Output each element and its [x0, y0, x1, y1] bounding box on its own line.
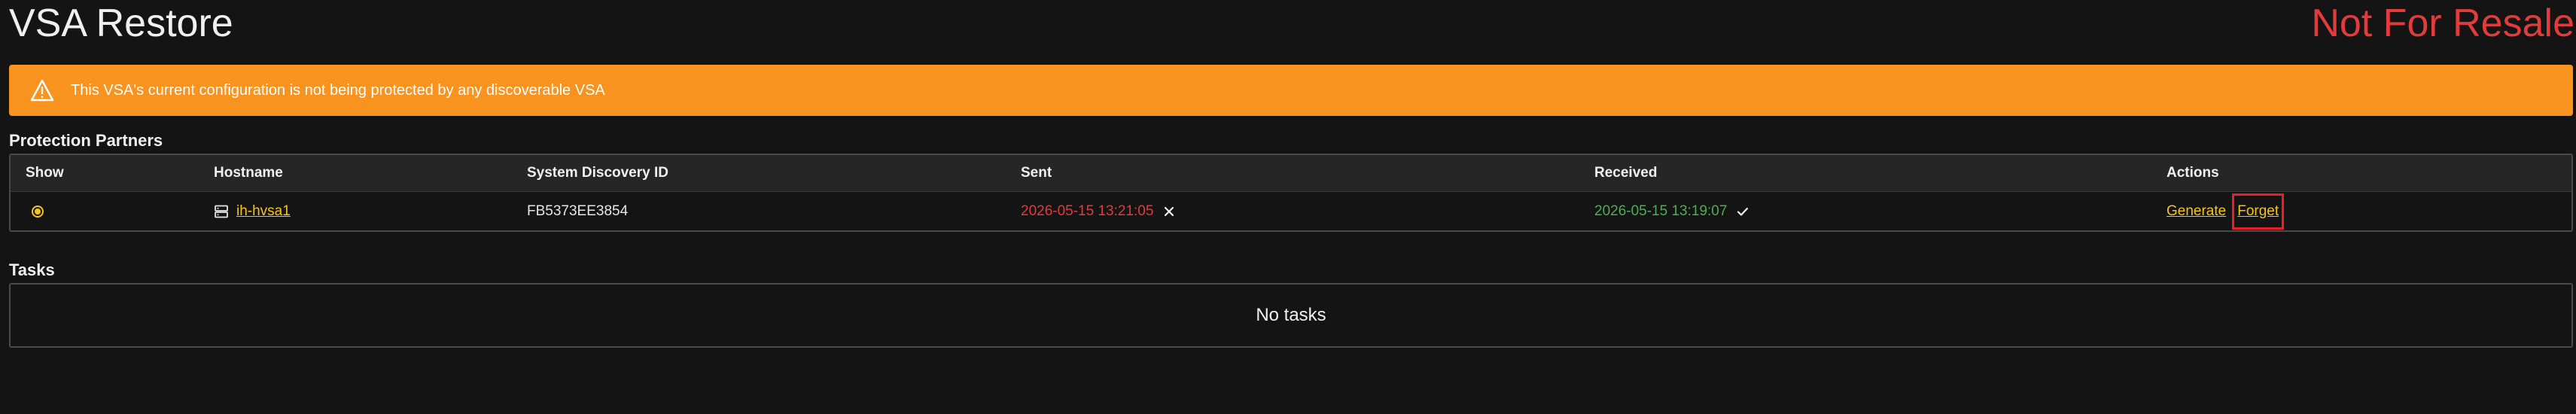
server-icon	[214, 204, 229, 219]
tasks-heading: Tasks	[9, 260, 55, 279]
protection-partners-table: Show Hostname System Discovery ID Sent R…	[9, 154, 2573, 232]
show-cell	[26, 192, 44, 230]
tasks-panel: No tasks	[9, 283, 2573, 348]
generate-link[interactable]: Generate	[2166, 203, 2226, 220]
table-row: ih-hvsa1 FB5373EE3854 2026-05-15 13:21:0…	[11, 192, 2571, 230]
column-header-hostname: Hostname	[214, 165, 283, 181]
discovery-id-cell: FB5373EE3854	[527, 202, 629, 219]
received-cell: 2026-05-15 13:19:07	[1594, 192, 1749, 230]
check-icon	[1736, 205, 1749, 218]
radio-selected-dot	[35, 208, 41, 215]
warning-triangle-icon	[30, 79, 54, 102]
page-title: VSA Restore	[9, 2, 233, 45]
received-timestamp: 2026-05-15 13:19:07	[1594, 202, 1728, 219]
sent-timestamp: 2026-05-15 13:21:05	[1021, 202, 1154, 219]
table-header: Show Hostname System Discovery ID Sent R…	[11, 155, 2571, 192]
column-header-actions: Actions	[2166, 165, 2219, 181]
not-for-resale-label: Not For Resale	[2311, 2, 2574, 45]
config-warning-alert: This VSA's current configuration is not …	[9, 65, 2573, 116]
no-tasks-text: No tasks	[1256, 305, 1326, 325]
column-header-received: Received	[1594, 165, 1658, 181]
x-icon	[1162, 205, 1176, 218]
protection-partners-heading: Protection Partners	[9, 131, 163, 150]
hostname-cell: ih-hvsa1	[214, 192, 291, 230]
forget-highlight-box: Forget	[2232, 193, 2285, 230]
hostname-link[interactable]: ih-hvsa1	[236, 203, 291, 220]
alert-message: This VSA's current configuration is not …	[71, 81, 605, 99]
forget-link[interactable]: Forget	[2237, 203, 2279, 220]
show-radio[interactable]	[32, 205, 44, 218]
column-header-show: Show	[26, 165, 64, 181]
actions-cell: Generate Forget	[2166, 192, 2285, 230]
sent-cell: 2026-05-15 13:21:05	[1021, 192, 1176, 230]
column-header-sent: Sent	[1021, 165, 1052, 181]
column-header-discovery-id: System Discovery ID	[527, 165, 668, 181]
